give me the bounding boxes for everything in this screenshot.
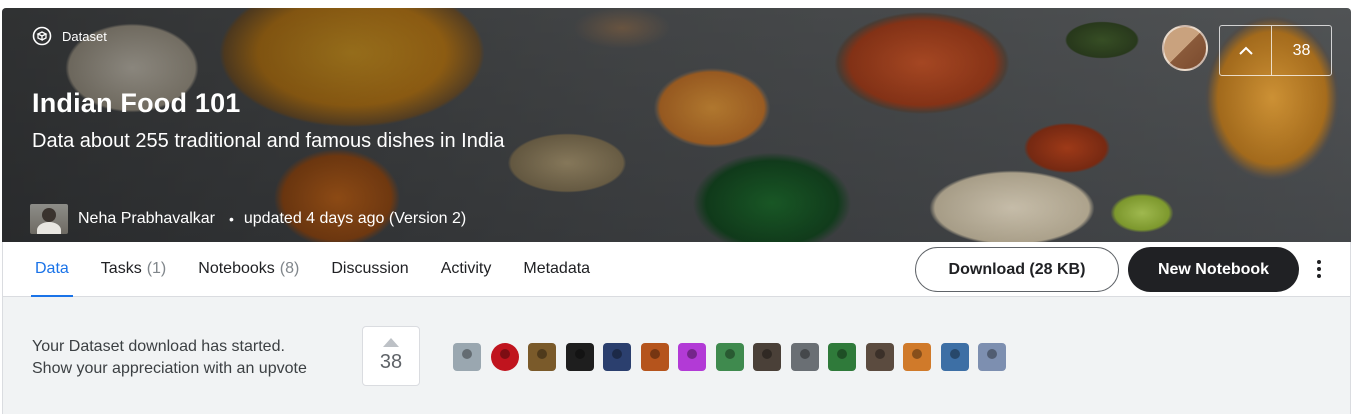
notice-text: Your Dataset download has started. Show … bbox=[32, 336, 307, 380]
notice-upvote-count: 38 bbox=[379, 351, 403, 373]
chevron-up-icon bbox=[1238, 46, 1253, 55]
dataset-icon bbox=[32, 26, 52, 46]
voter-avatar[interactable] bbox=[790, 343, 819, 371]
voter-avatar[interactable] bbox=[715, 343, 744, 371]
dataset-type-tag: Dataset bbox=[32, 26, 107, 46]
voter-avatar[interactable] bbox=[940, 343, 969, 371]
tab-label: Discussion bbox=[331, 260, 409, 277]
dataset-subtitle: Data about 255 traditional and famous di… bbox=[32, 130, 505, 152]
voter-avatar[interactable] bbox=[753, 343, 781, 371]
updated-text[interactable]: updated 4 days ago (Version 2) bbox=[244, 210, 466, 228]
tab-data[interactable]: Data bbox=[31, 242, 73, 297]
dataset-banner: Dataset Indian Food 101 Data about 255 t… bbox=[2, 8, 1351, 242]
owner-avatar[interactable] bbox=[1162, 25, 1208, 71]
tab-label: Notebooks bbox=[198, 260, 275, 277]
tab-label: Data bbox=[35, 260, 69, 277]
voter-avatar[interactable] bbox=[978, 343, 1006, 371]
voter-avatar[interactable] bbox=[865, 343, 894, 371]
author-row: Neha Prabhavalkar • updated 4 days ago (… bbox=[30, 204, 466, 234]
upvote-count: 38 bbox=[1292, 41, 1311, 59]
upvote-button[interactable] bbox=[1220, 26, 1272, 75]
notice-line-2: Show your appreciation with an upvote bbox=[32, 360, 307, 377]
voter-avatar[interactable] bbox=[453, 343, 481, 371]
tab-notebooks[interactable]: Notebooks (8) bbox=[194, 242, 303, 296]
voter-avatar[interactable] bbox=[828, 343, 856, 371]
voter-avatar[interactable] bbox=[528, 343, 556, 371]
tab-metadata[interactable]: Metadata bbox=[519, 242, 594, 296]
tab-label: Metadata bbox=[523, 260, 591, 277]
tab-label: Tasks bbox=[100, 260, 142, 277]
voter-avatar[interactable] bbox=[565, 343, 594, 371]
dataset-type-label: Dataset bbox=[62, 28, 107, 44]
download-notice: Your Dataset download has started. Show … bbox=[2, 297, 1351, 414]
more-options-icon[interactable] bbox=[1309, 254, 1329, 284]
tab-label: Activity bbox=[440, 260, 492, 277]
tab-count: (1) bbox=[146, 260, 167, 277]
voter-avatar[interactable] bbox=[903, 343, 931, 371]
tab-discussion[interactable]: Discussion bbox=[327, 242, 412, 296]
voter-avatar[interactable] bbox=[678, 343, 706, 371]
voter-avatar[interactable] bbox=[603, 343, 631, 371]
triangle-up-icon bbox=[383, 338, 399, 347]
tab-activity[interactable]: Activity bbox=[437, 242, 496, 296]
voter-avatars bbox=[453, 343, 1006, 371]
tab-bar: Data Tasks (1) Notebooks (8) Discussion … bbox=[2, 242, 1351, 297]
tab-count: (8) bbox=[279, 260, 300, 277]
download-button[interactable]: Download (28 KB) bbox=[915, 247, 1119, 292]
author-name[interactable]: Neha Prabhavalkar bbox=[78, 210, 215, 228]
voter-avatar[interactable] bbox=[490, 343, 519, 371]
author-avatar[interactable] bbox=[30, 204, 68, 234]
dataset-title: Indian Food 101 bbox=[32, 88, 241, 118]
new-notebook-button[interactable]: New Notebook bbox=[1128, 247, 1299, 292]
separator-bullet: • bbox=[228, 211, 234, 227]
voter-avatar[interactable] bbox=[640, 343, 669, 371]
upvote-widget: 38 bbox=[1219, 25, 1332, 76]
tab-tasks[interactable]: Tasks (1) bbox=[97, 242, 170, 296]
notice-line-1: Your Dataset download has started. bbox=[32, 338, 285, 355]
notice-upvote-button[interactable]: 38 bbox=[362, 326, 420, 386]
